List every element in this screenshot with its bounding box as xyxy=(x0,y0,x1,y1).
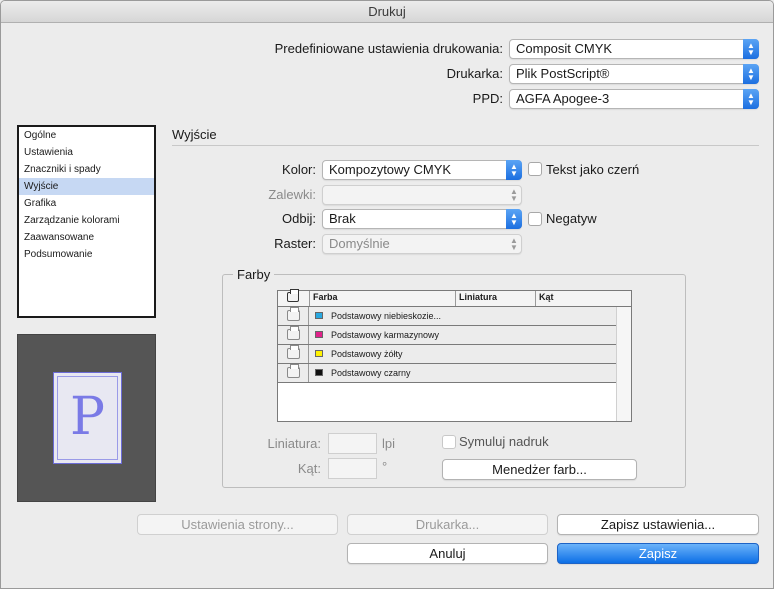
preview-letter: P xyxy=(70,387,105,447)
page-preview: P xyxy=(17,334,156,502)
traps-select[interactable]: ▲ ▼ xyxy=(322,185,522,205)
sidebar-item-summary[interactable]: Podsumowanie xyxy=(19,246,154,263)
category-list: Ogólne Ustawienia Znaczniki i spady Wyjś… xyxy=(17,125,156,318)
column-ink[interactable]: Farba xyxy=(313,292,338,302)
inks-table-header: Farba Liniatura Kąt xyxy=(278,289,631,307)
printer-value: Plik PostScript® xyxy=(516,66,610,81)
ink-swatch-yellow xyxy=(315,350,323,357)
frequency-input[interactable] xyxy=(328,433,377,454)
screen-select[interactable]: Domyślnie ▲ ▼ xyxy=(322,234,522,254)
sidebar-item-graphics[interactable]: Grafika xyxy=(19,195,154,212)
flip-value: Brak xyxy=(329,211,356,226)
column-divider xyxy=(455,291,456,306)
frequency-unit: lpi xyxy=(382,436,396,451)
ink-print-cell xyxy=(278,307,309,325)
sidebar-item-setup[interactable]: Ustawienia xyxy=(19,144,154,161)
chevron-updown-icon: ▲ ▼ xyxy=(506,160,522,180)
traps-label: Zalewki: xyxy=(268,187,316,202)
sidebar-item-advanced[interactable]: Zaawansowane xyxy=(19,229,154,246)
printer-icon xyxy=(287,364,300,378)
column-frequency[interactable]: Liniatura xyxy=(459,292,497,302)
preset-label: Predefiniowane ustawienia drukowania: xyxy=(274,41,503,56)
preset-value: Composit CMYK xyxy=(516,41,613,56)
sidebar-item-marks-and-bleed[interactable]: Znaczniki i spady xyxy=(19,161,154,178)
ink-name: Podstawowy czarny xyxy=(331,368,411,378)
save-preset-button[interactable]: Zapisz ustawienia... xyxy=(557,514,759,535)
ppd-value: AGFA Apogee-3 xyxy=(516,91,610,106)
column-angle[interactable]: Kąt xyxy=(539,292,554,302)
screen-value: Domyślnie xyxy=(329,236,390,251)
ink-manager-button[interactable]: Menedżer farb... xyxy=(442,459,637,480)
angle-input[interactable] xyxy=(328,458,377,479)
column-divider xyxy=(535,291,536,306)
ink-name: Podstawowy niebieskozie... xyxy=(331,311,442,321)
color-select[interactable]: Kompozytowy CMYK ▲ ▼ xyxy=(322,160,522,180)
ppd-label: PPD: xyxy=(472,91,503,106)
ink-swatch-cyan xyxy=(315,312,323,319)
chevron-updown-icon: ▲ ▼ xyxy=(510,236,518,252)
cancel-button[interactable]: Anuluj xyxy=(347,543,548,564)
ink-row-black[interactable]: Podstawowy czarny xyxy=(278,364,616,383)
sidebar-item-general[interactable]: Ogólne xyxy=(19,127,154,144)
ink-row-magenta[interactable]: Podstawowy karmazynowy xyxy=(278,326,616,345)
negative-checkbox[interactable] xyxy=(528,212,542,226)
printer-icon xyxy=(287,307,300,321)
simulate-overprint-label: Symuluj nadruk xyxy=(459,434,549,449)
frequency-label: Liniatura: xyxy=(267,436,321,451)
ink-name: Podstawowy żółty xyxy=(331,349,403,359)
save-button[interactable]: Zapisz xyxy=(557,543,759,564)
printer-icon xyxy=(287,345,300,359)
printer-icon xyxy=(287,289,299,302)
printer-select[interactable]: Plik PostScript® ▲ ▼ xyxy=(509,64,759,84)
ink-swatch-black xyxy=(315,369,323,376)
ppd-select[interactable]: AGFA Apogee-3 ▲ ▼ xyxy=(509,89,759,109)
printer-button[interactable]: Drukarka... xyxy=(347,514,548,535)
section-divider xyxy=(172,145,759,146)
chevron-updown-icon: ▲ ▼ xyxy=(506,209,522,229)
angle-unit: ° xyxy=(382,459,388,474)
column-divider xyxy=(309,291,310,306)
ink-name: Podstawowy karmazynowy xyxy=(331,330,440,340)
preset-select[interactable]: Composit CMYK ▲ ▼ xyxy=(509,39,759,59)
flip-select[interactable]: Brak ▲ ▼ xyxy=(322,209,522,229)
ink-row-yellow[interactable]: Podstawowy żółty xyxy=(278,345,616,364)
preview-page: P xyxy=(53,372,122,464)
print-dialog: Drukuj Predefiniowane ustawienia drukowa… xyxy=(0,0,774,589)
printer-label: Drukarka: xyxy=(446,66,503,81)
inks-scrollbar[interactable] xyxy=(616,307,631,421)
flip-label: Odbij: xyxy=(282,211,316,226)
section-title: Wyjście xyxy=(172,127,217,142)
printer-icon xyxy=(287,326,300,340)
chevron-updown-icon: ▲ ▼ xyxy=(743,39,759,59)
negative-label: Negatyw xyxy=(546,211,597,226)
window-title: Drukuj xyxy=(1,1,773,23)
color-label: Kolor: xyxy=(282,162,316,177)
chevron-updown-icon: ▲ ▼ xyxy=(743,64,759,84)
ink-print-cell xyxy=(278,345,309,363)
ink-print-cell xyxy=(278,364,309,382)
color-value: Kompozytowy CMYK xyxy=(329,162,452,177)
ink-swatch-magenta xyxy=(315,331,323,338)
chevron-updown-icon: ▲ ▼ xyxy=(510,187,518,203)
page-setup-button[interactable]: Ustawienia strony... xyxy=(137,514,338,535)
angle-label: Kąt: xyxy=(297,461,321,476)
ink-print-cell xyxy=(278,326,309,344)
simulate-overprint-checkbox[interactable] xyxy=(442,435,456,449)
inks-table: Farba Liniatura Kąt Podstawowy niebiesko… xyxy=(277,289,632,422)
chevron-updown-icon: ▲ ▼ xyxy=(743,89,759,109)
sidebar-item-output[interactable]: Wyjście xyxy=(19,178,154,195)
sidebar-item-color-management[interactable]: Zarządzanie kolorami xyxy=(19,212,154,229)
text-as-black-checkbox[interactable] xyxy=(528,162,542,176)
ink-row-cyan[interactable]: Podstawowy niebieskozie... xyxy=(278,307,616,326)
text-as-black-label: Tekst jako czerń xyxy=(546,162,640,177)
screen-label: Raster: xyxy=(274,236,316,251)
inks-group-title: Farby xyxy=(233,267,275,282)
